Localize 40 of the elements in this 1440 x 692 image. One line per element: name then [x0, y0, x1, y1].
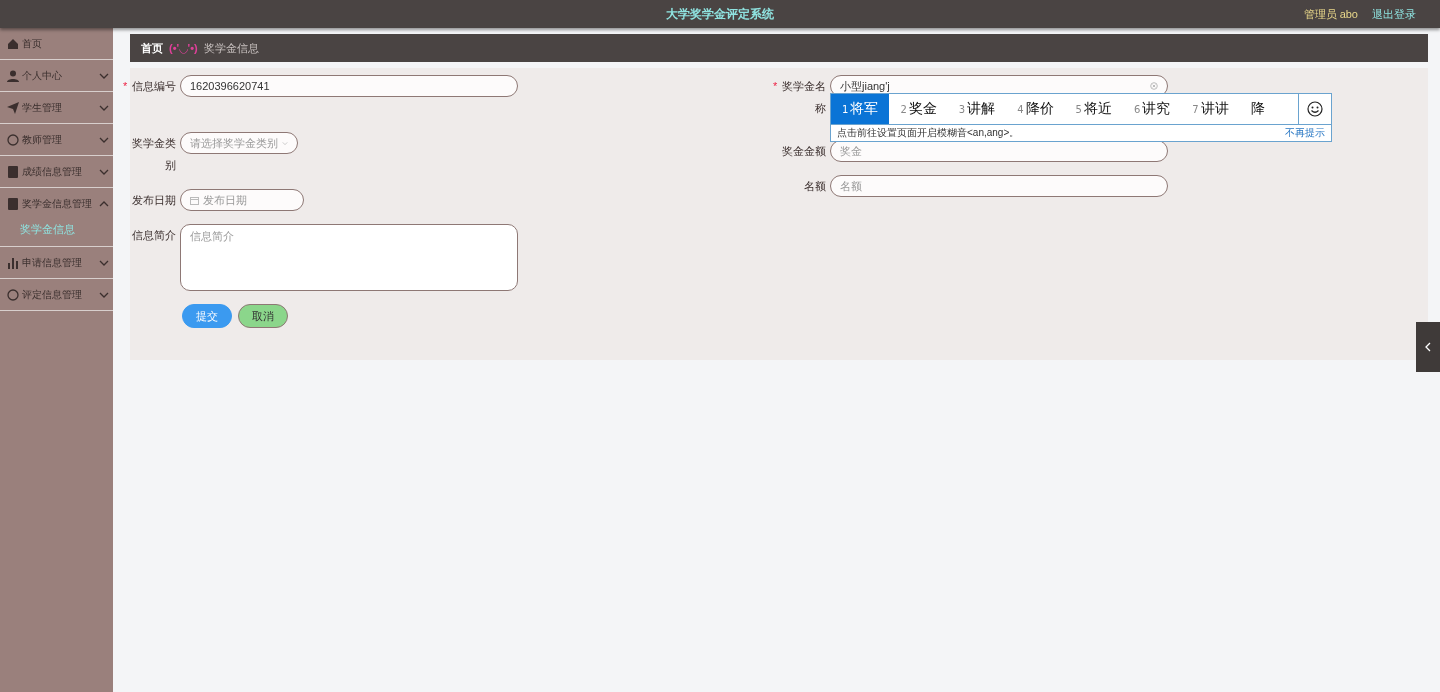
field-label: 发布日期: [131, 193, 177, 208]
required-mark: *: [773, 79, 778, 94]
input-field[interactable]: 1620396620741: [180, 75, 518, 97]
field-label: 奖金金额: [781, 144, 827, 159]
ime-candidate[interactable]: 降: [1239, 94, 1276, 124]
ime-candidate[interactable]: 4 降价: [1006, 94, 1065, 124]
text-area[interactable]: 信息简介: [180, 224, 518, 291]
app-title: 大学奖学金评定系统: [666, 5, 774, 23]
field-label: 信息简介: [131, 228, 177, 243]
dismiss-link[interactable]: 不再提示: [1285, 126, 1325, 140]
ime-candidate[interactable]: 2 奖金: [889, 94, 948, 124]
ime-candidate[interactable]: 1将军: [831, 94, 890, 124]
select-field[interactable]: 请选择奖学金类别: [180, 132, 298, 154]
sidebar-item[interactable]: 申请信息管理: [0, 247, 113, 279]
required-mark: *: [123, 79, 128, 94]
sidebar-item[interactable]: 教师管理: [0, 124, 113, 156]
cancel-button[interactable]: 取消: [238, 304, 288, 328]
field-label: 名额: [803, 179, 827, 194]
sidebar-item[interactable]: 成绩信息管理: [0, 156, 113, 188]
date-field[interactable]: 发布日期: [180, 189, 304, 211]
field-label: 奖学金类别: [131, 136, 177, 173]
sidebar-item[interactable]: 学生管理: [0, 92, 113, 124]
sidebar-item[interactable]: 个人中心: [0, 60, 113, 92]
breadcrumb-separator: (•'◡'•): [169, 41, 198, 55]
breadcrumb-link[interactable]: 首页: [141, 40, 163, 56]
ime-candidate[interactable]: 6讲究: [1122, 94, 1182, 124]
sidebar-subitem[interactable]: 奖学金信息: [20, 222, 113, 237]
breadcrumb-current: 奖学金信息: [203, 40, 259, 56]
ime-candidate[interactable]: 3讲解: [947, 94, 1007, 124]
ime-candidate[interactable]: 5 将近: [1064, 94, 1123, 124]
sidebar-item[interactable]: 奖学金信息管理: [0, 188, 113, 219]
sidebar-item[interactable]: 首页: [0, 28, 113, 60]
input-field[interactable]: 奖金: [830, 140, 1168, 162]
sidebar-item[interactable]: 评定信息管理: [0, 279, 113, 311]
submit-button[interactable]: 提交: [182, 304, 232, 328]
logout-link[interactable]: 退出登录: [1372, 6, 1416, 22]
input-field[interactable]: 名额: [830, 175, 1168, 197]
ime-candidate[interactable]: 7 讲讲: [1181, 94, 1240, 124]
ime-hint: 点击前往设置页面开启模糊音<an,ang>。: [837, 126, 1020, 140]
user-name: 管理员 abo: [1303, 6, 1358, 22]
